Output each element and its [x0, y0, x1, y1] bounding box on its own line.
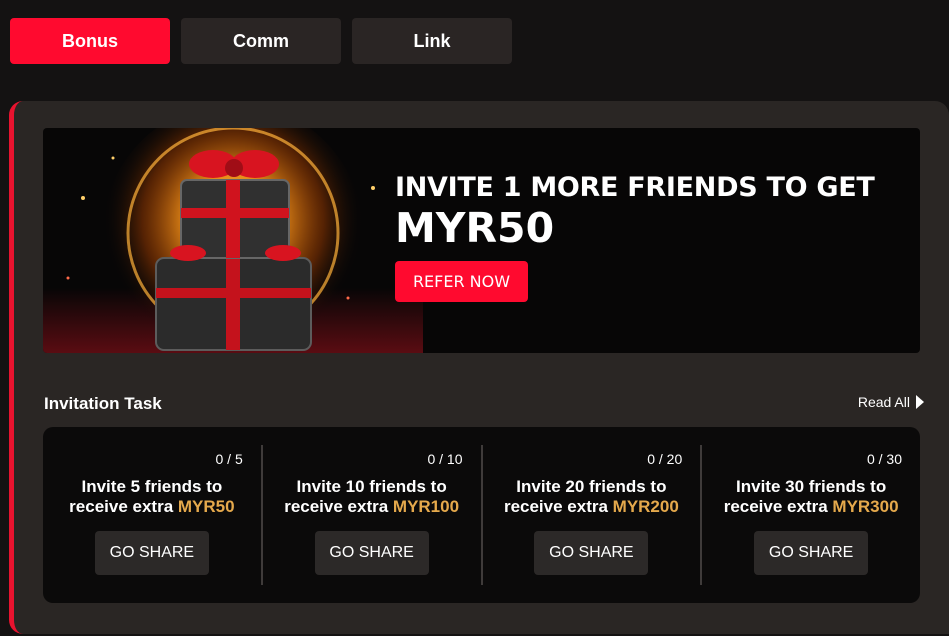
task-description: Invite 10 friends to receive extra MYR10…	[263, 477, 481, 517]
task-line-1: Invite 10 friends to	[296, 477, 447, 496]
task-line-2: receive extra MYR200	[483, 497, 701, 517]
task-line-1: Invite 20 friends to	[516, 477, 667, 496]
gift-box-illustration	[43, 128, 423, 353]
task-description: Invite 20 friends to receive extra MYR20…	[483, 477, 701, 517]
task-description: Invite 5 friends to receive extra MYR50	[43, 477, 261, 517]
task-card: 0 / 5 Invite 5 friends to receive extra …	[43, 445, 263, 585]
invitation-task-list: 0 / 5 Invite 5 friends to receive extra …	[43, 427, 920, 603]
section-title: Invitation Task	[44, 394, 162, 413]
task-reward-amount: MYR300	[832, 497, 899, 516]
read-all-link[interactable]: Read All	[858, 394, 924, 410]
go-share-button[interactable]: GO SHARE	[314, 531, 429, 575]
tab-bonus[interactable]: Bonus	[10, 18, 170, 64]
go-share-button[interactable]: GO SHARE	[534, 531, 649, 575]
bonus-panel: INVITE 1 MORE FRIENDS TO GET MYR50 REFER…	[9, 101, 949, 634]
task-line-2-prefix: receive extra	[723, 497, 833, 516]
task-progress: 0 / 20	[647, 451, 683, 467]
banner-amount: MYR50	[395, 204, 555, 252]
task-reward-amount: MYR50	[177, 497, 235, 516]
task-card: 0 / 10 Invite 10 friends to receive extr…	[263, 445, 483, 585]
refer-now-button[interactable]: REFER NOW	[395, 261, 528, 302]
go-share-button[interactable]: GO SHARE	[754, 531, 869, 575]
task-line-2: receive extra MYR100	[263, 497, 481, 517]
go-share-button[interactable]: GO SHARE	[94, 531, 209, 575]
task-progress: 0 / 5	[215, 451, 243, 467]
task-line-2: receive extra MYR300	[702, 497, 920, 517]
task-line-2: receive extra MYR50	[43, 497, 261, 517]
tab-bar: Bonus Comm Link	[10, 18, 512, 64]
tab-link[interactable]: Link	[352, 18, 512, 64]
task-reward-amount: MYR200	[612, 497, 679, 516]
task-card: 0 / 30 Invite 30 friends to receive extr…	[702, 445, 920, 585]
tab-comm[interactable]: Comm	[181, 18, 341, 64]
task-line-1: Invite 30 friends to	[736, 477, 887, 496]
banner-title: INVITE 1 MORE FRIENDS TO GET	[395, 172, 875, 203]
task-progress: 0 / 30	[866, 451, 902, 467]
play-icon	[916, 395, 924, 409]
task-line-2-prefix: receive extra	[284, 497, 393, 516]
read-all-label: Read All	[857, 394, 910, 410]
task-line-1: Invite 5 friends to	[81, 477, 223, 496]
task-progress: 0 / 10	[427, 451, 463, 467]
task-reward-amount: MYR100	[392, 497, 460, 516]
task-line-2-prefix: receive extra	[69, 497, 178, 516]
task-description: Invite 30 friends to receive extra MYR30…	[702, 477, 920, 517]
invite-banner: INVITE 1 MORE FRIENDS TO GET MYR50 REFER…	[43, 128, 920, 353]
task-card: 0 / 20 Invite 20 friends to receive extr…	[483, 445, 703, 585]
task-line-2-prefix: receive extra	[503, 497, 613, 516]
